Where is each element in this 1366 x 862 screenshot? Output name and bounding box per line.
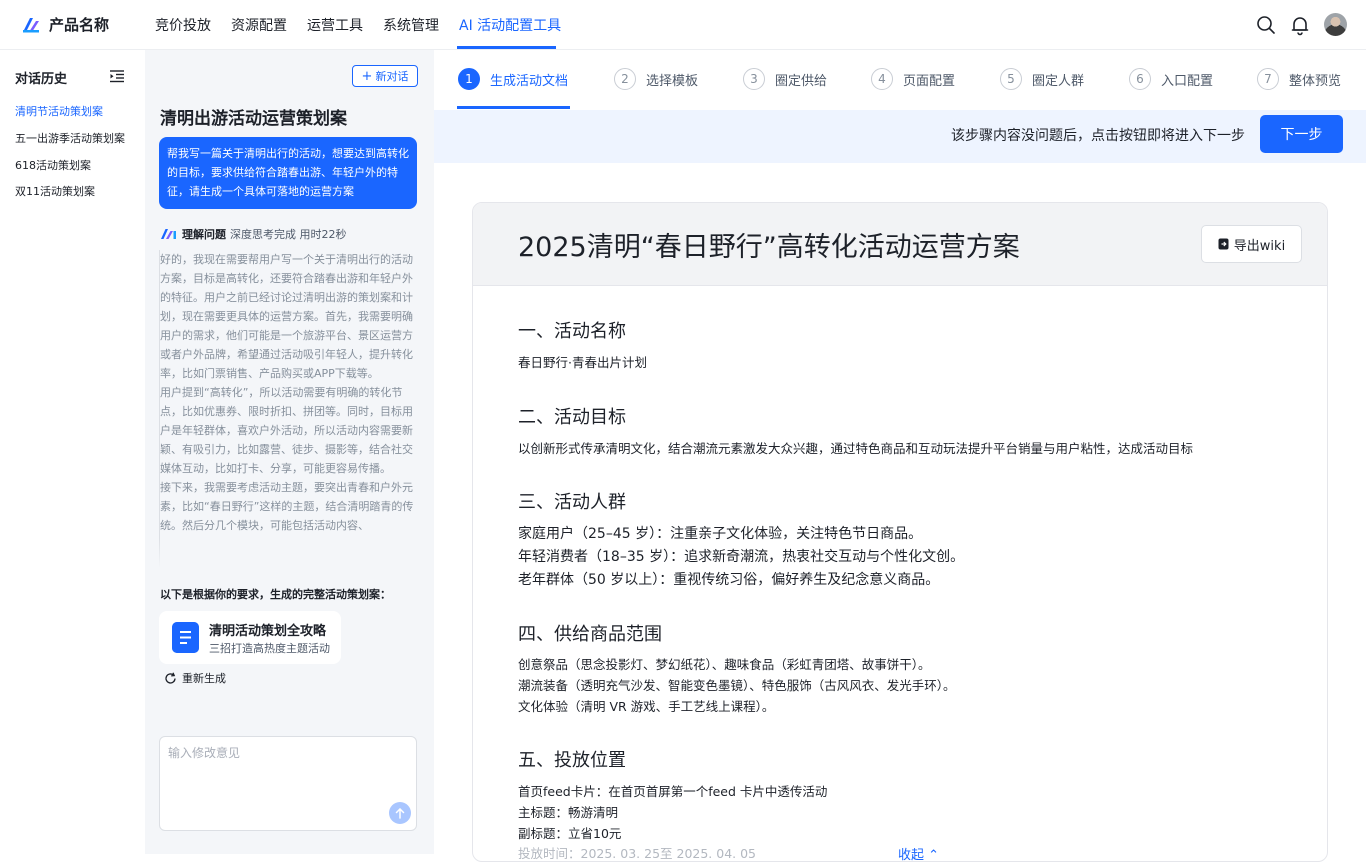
step-label: 圈定供给: [775, 73, 828, 89]
thinking-paragraph: 好的，我现在需要帮用户写一个关于清明出行的活动方案，目标是高转化，还要符合踏春出…: [160, 253, 413, 380]
section-text: 年轻消费者（18–35 岁）：追求新奇潮流，热衷社交互动与个性化文创。: [518, 549, 965, 565]
generated-doc-card[interactable]: 清明活动策划全攻略 三招打造高热度主题活动: [159, 611, 341, 664]
step-label: 选择模板: [646, 73, 699, 89]
history-item[interactable]: 618活动策划案: [15, 157, 135, 173]
history-item[interactable]: 清明节活动策划案: [15, 103, 135, 119]
top-navigation-bar: 产品名称 竞价投放 资源配置 运营工具 系统管理 AI 活动配置工具: [0, 0, 1366, 50]
nav-resource-config[interactable]: 资源配置: [231, 15, 287, 35]
collapse-panel-icon[interactable]: [109, 68, 125, 84]
nav-ai-activity-tool[interactable]: AI 活动配置工具: [459, 15, 561, 35]
step-label: 生成活动文档: [490, 73, 569, 89]
step-number: 5: [1000, 68, 1022, 90]
section-text: 老年群体（50 岁以上）：重视传统习俗，偏好养生及纪念意义商品。: [518, 572, 940, 588]
step-select-template[interactable]: 2 选择模板: [614, 68, 698, 90]
revision-input[interactable]: [160, 737, 416, 830]
step-number: 7: [1257, 68, 1279, 90]
step-page-config[interactable]: 4 页面配置: [871, 68, 955, 90]
section-heading: 四、供给商品范围: [518, 624, 662, 645]
revision-input-box: [159, 736, 417, 831]
nav-bidding[interactable]: 竞价投放: [155, 15, 211, 35]
section-text: 家庭用户（25–45 岁）：注重亲子文化体验，关注特色节日商品。: [518, 526, 923, 542]
product-logo-icon[interactable]: [21, 15, 41, 35]
step-active-indicator: [457, 106, 570, 109]
step-number: 2: [614, 68, 636, 90]
section-text: 春日野行·青春出片计划: [518, 355, 647, 370]
section-heading: 二、活动目标: [518, 407, 626, 428]
thinking-label: 理解问题: [182, 228, 226, 241]
user-avatar[interactable]: [1324, 13, 1347, 36]
product-name[interactable]: 产品名称: [49, 14, 109, 35]
document-header: 2025清明“春日野行”高转化活动运营方案 导出wiki: [473, 203, 1327, 286]
step-overall-preview[interactable]: 7 整体预览: [1257, 68, 1341, 90]
export-wiki-button[interactable]: 导出wiki: [1201, 225, 1302, 263]
step-label: 页面配置: [903, 73, 956, 89]
history-item[interactable]: 五一出游季活动策划案: [15, 130, 135, 146]
section-text-faded: 投放时间：2025. 03. 25至 2025. 04. 05: [518, 846, 757, 861]
step-number: 3: [743, 68, 765, 90]
plus-icon: +: [361, 68, 373, 84]
thinking-meta: 深度思考完成 用时22秒: [230, 228, 347, 241]
history-panel: 对话历史 清明节活动策划案 五一出游季活动策划案 618活动策划案 双11活动策…: [0, 50, 145, 854]
banner-text: 该步骤内容没问题后，点击按钮即将进入下一步: [951, 128, 1245, 144]
next-step-button[interactable]: 下一步: [1260, 115, 1343, 153]
user-message-bubble: 帮我写一篇关于清明出行的活动，想要达到高转化的目标，要求供给符合踏春出游、年轻户…: [159, 137, 417, 209]
step-label: 圈定人群: [1032, 73, 1085, 89]
activity-document: 2025清明“春日野行”高转化活动运营方案 导出wiki 一、活动名称 春日野行…: [472, 202, 1328, 862]
section-text: 副标题：立省10元: [518, 826, 622, 841]
chat-panel: + 新对话 清明出游活动运营策划案 帮我写一篇关于清明出行的活动，想要达到高转化…: [145, 50, 434, 854]
nav-system-management[interactable]: 系统管理: [383, 15, 439, 35]
step-number: 1: [458, 68, 480, 90]
step-number: 6: [1129, 68, 1151, 90]
regenerate-label: 重新生成: [182, 672, 226, 685]
doc-card-subtitle: 三招打造高热度主题活动: [209, 642, 330, 655]
section-heading: 一、活动名称: [518, 321, 626, 342]
new-chat-button[interactable]: + 新对话: [352, 65, 418, 87]
main-content: 1 生成活动文档 2 选择模板 3 圈定供给 4 页面配置 5 圈定人群 6 入…: [434, 50, 1366, 862]
regenerate-button[interactable]: 重新生成: [164, 670, 226, 686]
bell-icon[interactable]: [1289, 14, 1311, 36]
collapse-link[interactable]: 收起 ⌃: [898, 844, 939, 861]
history-item[interactable]: 双11活动策划案: [15, 183, 135, 199]
step-generate-doc[interactable]: 1 生成活动文档: [458, 68, 568, 90]
step-number: 4: [871, 68, 893, 90]
thinking-paragraph: 接下来，我需要考虑活动主题，要突出青春和户外元素，比如“春日野行”这样的主题，结…: [160, 481, 414, 532]
section-text: 创意祭品（思念投影灯、梦幻纸花）、趣味食品（彩虹青团塔、故事饼干）。: [518, 657, 931, 672]
step-select-audience[interactable]: 5 圈定人群: [1000, 68, 1084, 90]
thinking-header[interactable]: 理解问题 深度思考完成 用时22秒: [160, 225, 347, 243]
document-title: 2025清明“春日野行”高转化活动运营方案: [518, 232, 1020, 263]
chat-title: 清明出游活动运营策划案: [160, 109, 347, 129]
nav-operation-tools[interactable]: 运营工具: [307, 15, 363, 35]
step-entry-config[interactable]: 6 入口配置: [1129, 68, 1213, 90]
export-icon: [1218, 238, 1229, 250]
send-button[interactable]: [389, 802, 411, 824]
step-label: 整体预览: [1289, 73, 1342, 89]
nav-active-indicator: [457, 46, 556, 49]
section-text: 潮流装备（透明充气沙发、智能变色墨镜）、特色服饰（古风风衣、发光手环）。: [518, 678, 956, 693]
section-heading: 三、活动人群: [518, 492, 626, 513]
export-label: 导出wiki: [1233, 238, 1286, 254]
section-text: 主标题：畅游清明: [518, 805, 619, 820]
step-banner: 该步骤内容没问题后，点击按钮即将进入下一步 下一步: [434, 110, 1366, 163]
section-heading: 五、投放位置: [518, 750, 626, 771]
section-text: 以创新形式传承清明文化，结合潮流元素激发大众兴趣，通过特色商品和互动玩法提升平台…: [518, 441, 1194, 456]
arrow-up-icon: [395, 807, 405, 819]
new-chat-label: 新对话: [375, 70, 409, 83]
section-text: 文化体验（清明 VR 游戏、手工艺线上课程）。: [518, 699, 775, 714]
thinking-fade: [159, 538, 421, 568]
history-title: 对话历史: [15, 72, 68, 87]
step-bar: 1 生成活动文档 2 选择模板 3 圈定供给 4 页面配置 5 圈定人群 6 入…: [434, 50, 1366, 110]
doc-card-title: 清明活动策划全攻略: [209, 624, 327, 639]
result-intro: 以下是根据你的要求，生成的完整活动策划案：: [160, 588, 391, 601]
ai-logo-icon: [161, 229, 176, 239]
thinking-content[interactable]: 好的，我现在需要帮用户写一个关于清明出行的活动方案，目标是高转化，还要符合踏春出…: [159, 250, 419, 568]
step-select-supply[interactable]: 3 圈定供给: [743, 68, 827, 90]
document-icon: [172, 622, 199, 653]
search-icon[interactable]: [1255, 14, 1277, 36]
refresh-icon: [165, 672, 176, 684]
section-text: 首页feed卡片：在首页首屏第一个feed 卡片中透传活动: [518, 784, 828, 799]
thinking-paragraph: 用户提到“高转化”，所以活动需要有明确的转化节点，比如优惠券、限时折扣、拼团等。…: [160, 386, 413, 475]
step-label: 入口配置: [1161, 73, 1214, 89]
